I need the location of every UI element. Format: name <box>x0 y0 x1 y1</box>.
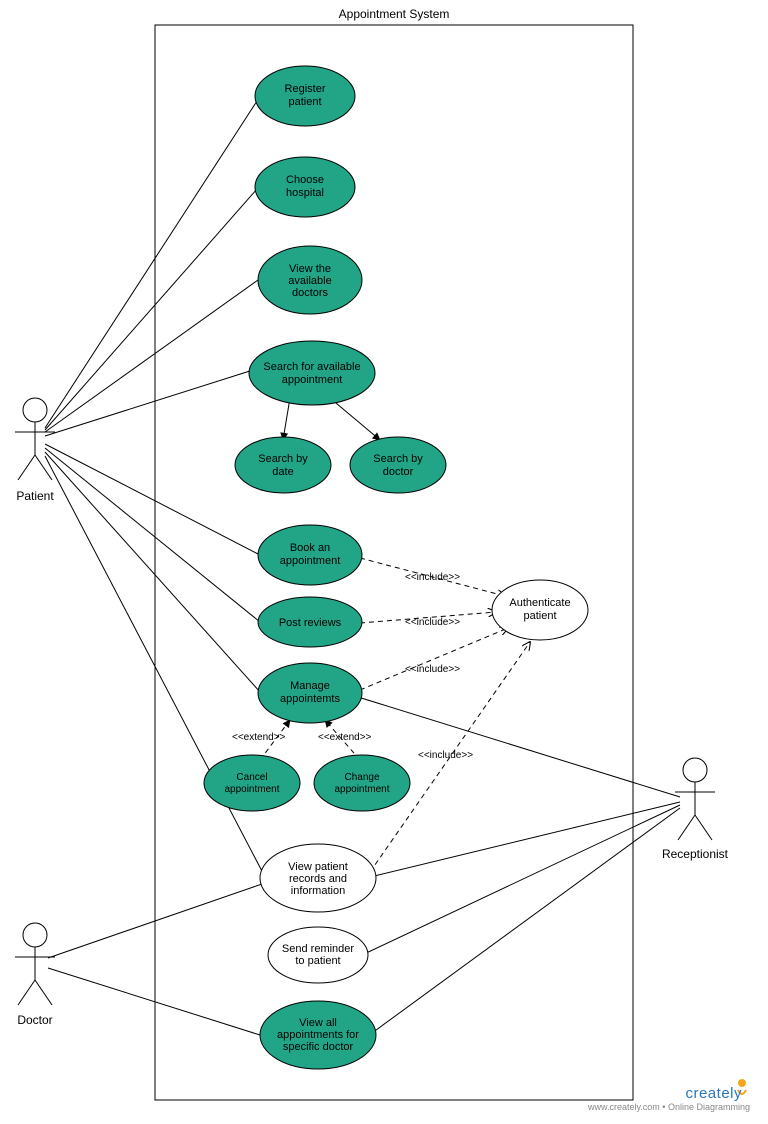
usecase-label: appointment <box>282 374 343 386</box>
usecase-label: patient <box>523 610 556 622</box>
usecase-label: Authenticate <box>509 597 570 609</box>
usecase-cancel-appointment <box>204 755 300 811</box>
usecase-search-by-doctor <box>350 437 446 493</box>
brand-text: creately <box>685 1085 742 1102</box>
usecase-label: Change <box>344 772 379 783</box>
usecase-label: Choose <box>286 174 324 186</box>
usecase-label: patient <box>288 96 321 108</box>
usecase-label: information <box>291 885 345 897</box>
usecase-label: appointment <box>280 555 341 567</box>
actor-label: Receptionist <box>662 847 729 861</box>
usecase-label: Send reminder <box>282 943 354 955</box>
usecase-label: to patient <box>295 955 340 967</box>
usecase-label: View the <box>289 263 331 275</box>
brand-tagline: www.creately.com • Online Diagramming <box>587 1102 750 1112</box>
usecase-label: available <box>288 275 331 287</box>
usecase-label: doctors <box>292 287 329 299</box>
include-label: <<include>> <box>405 572 460 583</box>
include-label: <<include>> <box>405 664 460 675</box>
usecase-label: Post reviews <box>279 617 342 629</box>
extend-label: <<extend>> <box>318 732 372 743</box>
extend-label: <<extend>> <box>232 732 286 743</box>
usecase-label: appointemts <box>280 693 340 705</box>
usecase-search-by-date <box>235 437 331 493</box>
usecase-label: Search by <box>258 453 308 465</box>
brand-logo: creately www.creately.com • Online Diagr… <box>587 1079 750 1112</box>
actor-label: Patient <box>16 489 54 503</box>
include-label: <<include>> <box>405 617 460 628</box>
usecase-label: Search for available <box>263 361 360 373</box>
usecase-label: doctor <box>383 466 414 478</box>
usecase-label: appointments for <box>277 1029 359 1041</box>
usecase-label: View patient <box>288 861 348 873</box>
usecase-label: date <box>272 466 293 478</box>
usecase-change-appointment <box>314 755 410 811</box>
usecase-label: hospital <box>286 187 324 199</box>
actor-label: Doctor <box>17 1013 52 1027</box>
actor-doctor: Doctor <box>15 923 55 1027</box>
include-label: <<include>> <box>418 750 473 761</box>
usecase-label: Cancel <box>236 772 267 783</box>
system-title: Appointment System <box>339 7 450 21</box>
usecase-label: specific doctor <box>283 1041 354 1053</box>
actor-patient: Patient <box>15 398 55 503</box>
usecase-label: Search by <box>373 453 423 465</box>
usecase-label: Manage <box>290 680 330 692</box>
usecase-search-appointment <box>249 341 375 405</box>
system-boundary <box>155 25 633 1100</box>
usecase-diagram: Appointment System <<include>> <<include… <box>0 0 768 1124</box>
actor-receptionist: Receptionist <box>662 758 729 861</box>
usecase-label: Book an <box>290 542 330 554</box>
usecase-label: View all <box>299 1017 337 1029</box>
usecase-label: appointment <box>334 784 389 795</box>
usecase-label: appointment <box>224 784 279 795</box>
usecase-label: Register <box>285 83 326 95</box>
usecase-label: records and <box>289 873 347 885</box>
